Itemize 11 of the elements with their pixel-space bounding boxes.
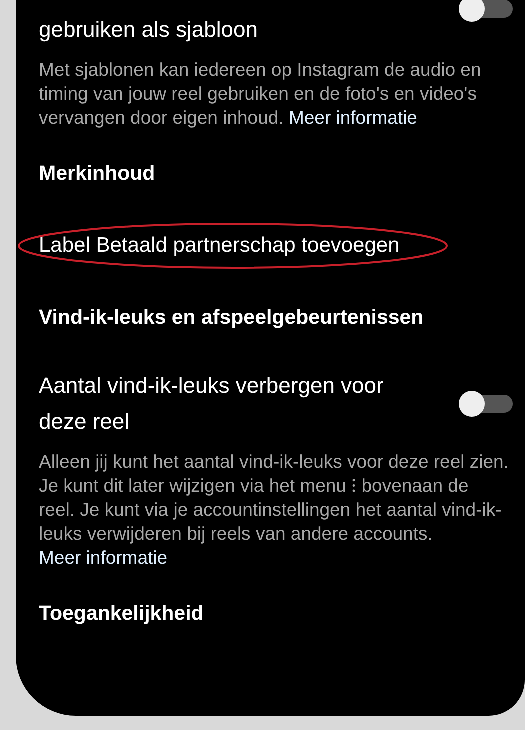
setting-label: gebruiken als sjabloon [39, 16, 258, 44]
section-heading: Vind-ik-leuks en afspeelgebeurtenissen [39, 306, 424, 329]
setting-description: Alleen jij kunt het aantal vind-ik-leuks voor deze reel zien. Je kunt dit later wijzigen via het menu ⁝ bovenaan de reel. Je kunt via je accountinstellingen het aantal vind-ik-leuks verwijderen bij reels van andere accounts. Meer informatie [39, 450, 510, 570]
section-heading: Toegankelijkheid [39, 602, 204, 625]
more-info-link[interactable]: Meer informatie [288, 107, 418, 128]
toggle-switch[interactable] [459, 391, 513, 417]
setting-label: Aantal vind-ik-leuks verbergen voor deze reel [39, 372, 385, 436]
more-info-link[interactable]: Meer informatie [39, 547, 168, 568]
section-heading: Merkinhoud [39, 162, 156, 185]
setting-description: Met sjablonen kan iedereen op Instagram de audio en timing van jouw reel gebruiken en de foto's en video's vervangen door eigen inhoud. Meer informatie [39, 58, 482, 130]
toggle-switch[interactable] [459, 0, 513, 22]
